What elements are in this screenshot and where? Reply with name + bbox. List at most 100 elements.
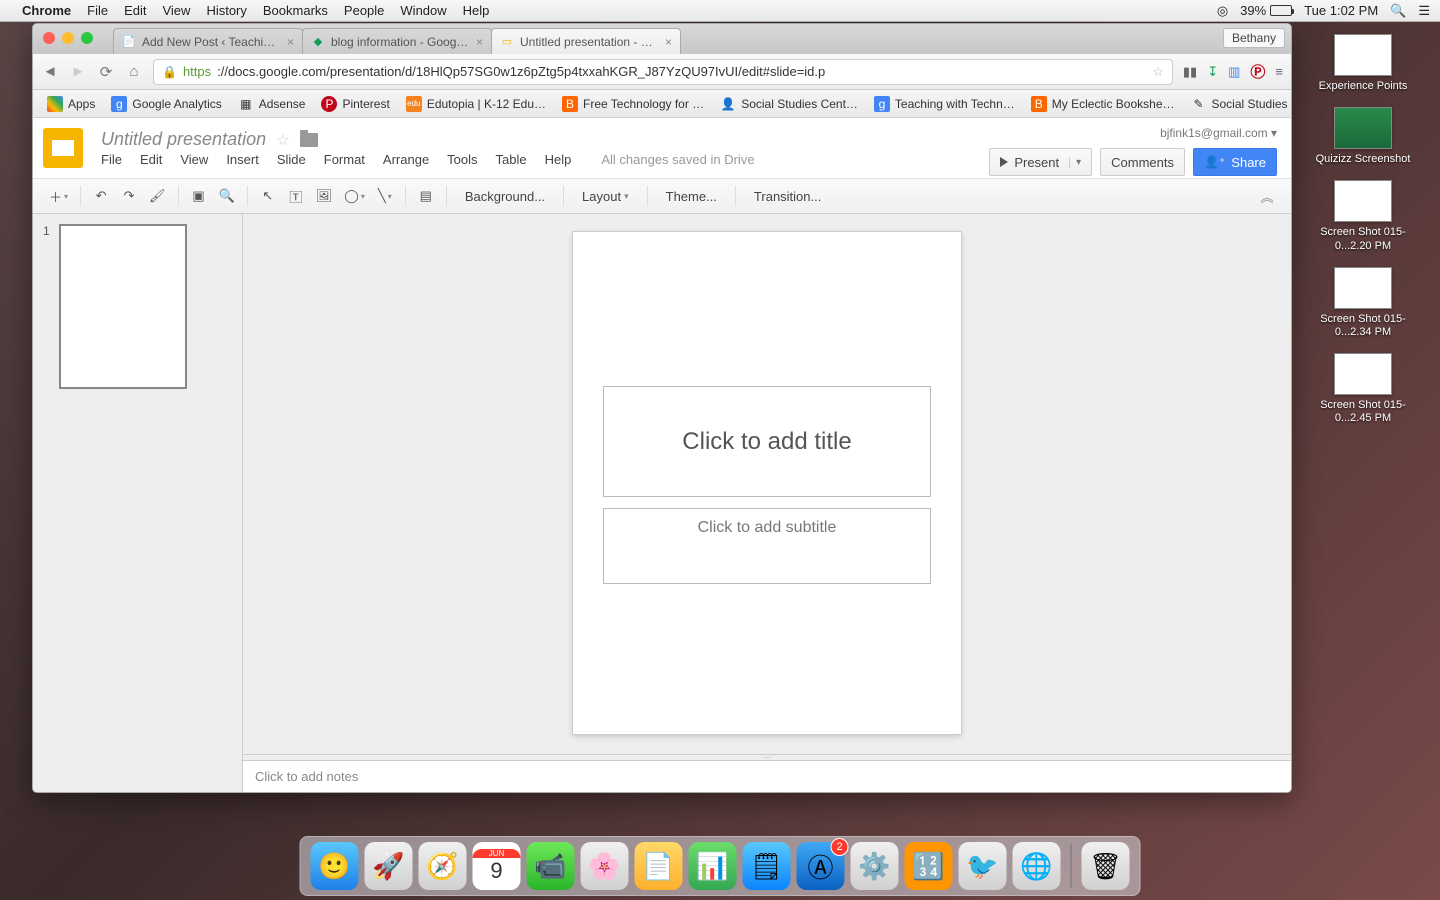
tab-close-icon[interactable]: × [476, 35, 483, 49]
desktop-file[interactable]: Screen Shot 015-0...2.45 PM [1298, 353, 1428, 425]
new-slide-button[interactable]: ＋ [45, 183, 72, 209]
bookmark-star-icon[interactable]: ☆ [1152, 64, 1164, 80]
browser-tab-active[interactable]: ▭Untitled presentation - Goo…× [491, 28, 681, 54]
title-placeholder[interactable]: Click to add title [603, 386, 931, 497]
account-menu[interactable]: bjfink1s@gmail.com ▾ [1160, 126, 1277, 140]
move-folder-icon[interactable] [300, 133, 318, 147]
bookmark-item[interactable]: gGoogle Analytics [105, 93, 227, 115]
slide-thumbnail[interactable] [59, 224, 187, 389]
undo-button[interactable]: ↶ [89, 183, 113, 209]
launchpad-dock-icon[interactable]: 🚀 [365, 842, 413, 890]
share-button[interactable]: 👤⁺Share [1193, 148, 1277, 176]
collapse-toolbar-icon[interactable]: ︽ [1255, 183, 1279, 209]
line-tool[interactable]: ╲ [373, 183, 397, 209]
menu-tools[interactable]: Tools [447, 152, 477, 167]
comment-tool[interactable]: ▤ [414, 183, 438, 209]
back-button[interactable]: ◄ [41, 63, 59, 80]
doc-title-input[interactable]: Untitled presentation [101, 129, 266, 150]
close-icon[interactable] [43, 32, 55, 44]
slide-filmstrip[interactable]: 1 [33, 214, 243, 792]
battery-status[interactable]: 39% [1240, 3, 1292, 18]
calculator-dock-icon[interactable]: 🔢 [905, 842, 953, 890]
desktop-file[interactable]: Experience Points [1298, 34, 1428, 93]
menubar-bookmarks[interactable]: Bookmarks [263, 3, 328, 18]
menu-table[interactable]: Table [496, 152, 527, 167]
bookmark-item[interactable]: eduEdutopia | K-12 Edu… [400, 93, 552, 115]
keynote-dock-icon[interactable]: 🗒 [743, 842, 791, 890]
extension-icon[interactable]: ↧ [1207, 64, 1218, 80]
numbers-dock-icon[interactable]: 📊 [689, 842, 737, 890]
forward-button[interactable]: ► [69, 63, 87, 80]
window-controls[interactable] [43, 32, 93, 44]
browser-tab[interactable]: 📄Add New Post ‹ Teaching w…× [113, 28, 303, 54]
select-tool[interactable]: ↖ [256, 183, 280, 209]
photos-dock-icon[interactable]: 🌸 [581, 842, 629, 890]
chrome-menu-icon[interactable]: ≡ [1275, 64, 1283, 79]
pinterest-extension-icon[interactable]: Ⓟ [1250, 61, 1265, 82]
menubar-view[interactable]: View [162, 3, 190, 18]
desktop-file[interactable]: Screen Shot 015-0...2.20 PM [1298, 180, 1428, 252]
menubar-app-name[interactable]: Chrome [22, 3, 71, 18]
menubar-history[interactable]: History [206, 3, 246, 18]
menubar-clock[interactable]: Tue 1:02 PM [1304, 3, 1378, 18]
shape-tool[interactable]: ◯ [340, 183, 369, 209]
zoom-fit-button[interactable]: ▣ [187, 183, 211, 209]
menu-arrange[interactable]: Arrange [383, 152, 429, 167]
menu-slide[interactable]: Slide [277, 152, 306, 167]
reload-button[interactable]: ⟳ [97, 63, 115, 81]
redo-button[interactable]: ↷ [117, 183, 141, 209]
subtitle-placeholder[interactable]: Click to add subtitle [603, 508, 931, 584]
chrome-dock-icon[interactable]: 🌐 [1013, 842, 1061, 890]
background-button[interactable]: Background... [455, 183, 555, 209]
tab-close-icon[interactable]: × [287, 35, 294, 49]
home-button[interactable]: ⌂ [125, 63, 143, 80]
menubar-file[interactable]: File [87, 3, 108, 18]
menubar-edit[interactable]: Edit [124, 3, 146, 18]
menu-file[interactable]: File [101, 152, 122, 167]
extension-icon[interactable]: ▥ [1228, 64, 1240, 80]
extension-icon[interactable]: ▮▮ [1183, 64, 1197, 80]
pages-dock-icon[interactable]: 📄 [635, 842, 683, 890]
comments-button[interactable]: Comments [1100, 148, 1185, 176]
menu-edit[interactable]: Edit [140, 152, 162, 167]
desktop-file[interactable]: Quizizz Screenshot [1298, 107, 1428, 166]
spotlight-icon[interactable]: 🔍 [1390, 3, 1406, 19]
bookmark-item[interactable]: PPinterest [315, 93, 395, 115]
finder-dock-icon[interactable]: 🙂 [311, 842, 359, 890]
menu-view[interactable]: View [180, 152, 208, 167]
present-button[interactable]: Present [989, 148, 1092, 176]
menu-help[interactable]: Help [545, 152, 572, 167]
bookmark-item[interactable]: 👤Social Studies Cent… [714, 93, 864, 115]
tab-close-icon[interactable]: × [665, 35, 672, 49]
bookmark-item[interactable]: BMy Eclectic Bookshe… [1025, 93, 1181, 115]
browser-tab[interactable]: ◆blog information - Google D…× [302, 28, 492, 54]
star-icon[interactable]: ☆ [276, 131, 289, 149]
preferences-dock-icon[interactable]: ⚙️ [851, 842, 899, 890]
slides-logo-icon[interactable] [43, 128, 83, 168]
transition-button[interactable]: Transition... [744, 183, 831, 209]
layout-button[interactable]: Layout [572, 183, 639, 209]
chrome-profile-button[interactable]: Bethany [1223, 28, 1285, 48]
bookmark-item[interactable]: ▦Adsense [232, 93, 312, 115]
safari-dock-icon[interactable]: 🧭 [419, 842, 467, 890]
desktop-file[interactable]: Screen Shot 015-0...2.34 PM [1298, 267, 1428, 339]
trash-dock-icon[interactable]: 🗑 [1082, 842, 1130, 890]
theme-button[interactable]: Theme... [656, 183, 727, 209]
menu-format[interactable]: Format [324, 152, 365, 167]
bookmark-item[interactable]: gTeaching with Techn… [868, 93, 1021, 115]
image-tool[interactable]: 🖼 [312, 183, 337, 209]
menubar-window[interactable]: Window [400, 3, 446, 18]
notification-center-icon[interactable]: ☰ [1418, 3, 1430, 19]
menubar-people[interactable]: People [344, 3, 384, 18]
calendar-dock-icon[interactable]: JUN9 [473, 842, 521, 890]
twitter-dock-icon[interactable]: 🐦 [959, 842, 1007, 890]
bookmark-item[interactable]: ✎Social Studies CLE's [1185, 93, 1292, 115]
slide-canvas[interactable]: Click to add title Click to add subtitle [573, 232, 961, 734]
bookmark-apps[interactable]: ∷Apps [41, 93, 101, 115]
paint-format-button[interactable]: 🖌 [145, 183, 170, 209]
zoom-button[interactable]: 🔍 [215, 183, 239, 209]
menubar-help[interactable]: Help [463, 3, 490, 18]
speaker-notes[interactable]: Click to add notes [243, 760, 1291, 792]
menu-insert[interactable]: Insert [226, 152, 259, 167]
minimize-icon[interactable] [62, 32, 74, 44]
